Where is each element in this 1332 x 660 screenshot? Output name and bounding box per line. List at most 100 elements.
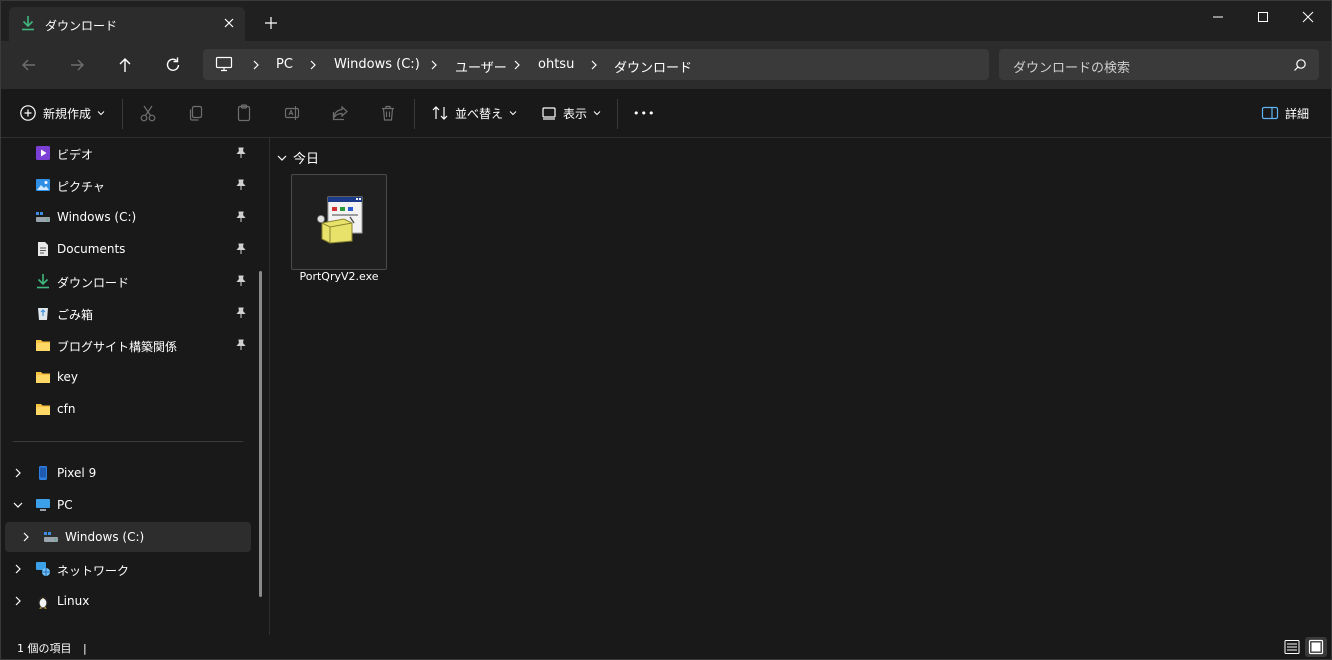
folder-icon <box>36 372 50 383</box>
back-icon[interactable] <box>19 55 39 75</box>
sidebar-item-label: PC <box>57 498 73 512</box>
close-icon <box>1302 11 1314 23</box>
sidebar-item-documents[interactable]: Documents <box>1 234 251 264</box>
command-bar: 新規作成 並べ替え 表示 ••• 詳細 <box>1 89 1331 138</box>
minimize-icon <box>1213 16 1223 18</box>
details-label: 詳細 <box>1285 106 1310 121</box>
pc-icon <box>36 499 50 511</box>
copy-icon[interactable] <box>187 103 205 123</box>
sort-icon <box>432 106 448 120</box>
breadcrumb-pc[interactable]: PC <box>276 57 293 72</box>
sidebar-item-linux[interactable]: Linux <box>1 586 251 616</box>
breadcrumb-windows-c[interactable]: Windows (C:) <box>334 57 420 72</box>
item-count: 1 個の項目 | <box>17 640 87 656</box>
phone-icon <box>39 466 47 480</box>
sort-label: 並べ替え <box>455 106 504 121</box>
large-icons-view-icon <box>1308 639 1324 655</box>
sidebar-item-windows-c-tree[interactable]: Windows (C:) <box>5 522 251 552</box>
forward-icon[interactable] <box>67 55 87 75</box>
large-icons-view-button[interactable] <box>1305 637 1327 657</box>
chevron-right-icon[interactable] <box>21 532 31 542</box>
sidebar-item-videos[interactable]: ビデオ <box>1 138 251 168</box>
breadcrumb-users[interactable]: ユーザー <box>455 57 507 76</box>
close-tab-icon[interactable] <box>221 15 237 31</box>
tab-downloads[interactable]: ダウンロード <box>9 7 245 41</box>
pictures-icon <box>36 179 50 191</box>
share-icon[interactable] <box>331 103 349 123</box>
sidebar-item-network[interactable]: ネットワーク <box>1 554 251 584</box>
sidebar-scrollbar[interactable] <box>259 271 262 597</box>
view-icon <box>542 107 556 120</box>
breadcrumb-ohtsu[interactable]: ohtsu <box>538 57 574 72</box>
pin-icon[interactable] <box>235 147 247 159</box>
paste-icon[interactable] <box>235 103 253 123</box>
document-icon <box>38 242 48 256</box>
sidebar-item-label: ビデオ <box>57 148 94 162</box>
network-icon <box>36 562 50 576</box>
details-view-icon[interactable] <box>1283 638 1301 656</box>
chevron-right-icon <box>514 60 520 70</box>
breadcrumb-downloads[interactable]: ダウンロード <box>614 57 692 76</box>
tab-title: ダウンロード <box>45 19 118 33</box>
pin-icon[interactable] <box>235 339 247 351</box>
pin-icon[interactable] <box>235 211 247 223</box>
chevron-down-icon <box>593 111 601 116</box>
sidebar-item-windows-c[interactable]: Windows (C:) <box>1 202 251 232</box>
drive-icon <box>44 532 58 542</box>
sidebar-item-label: key <box>57 370 79 384</box>
refresh-icon[interactable] <box>163 55 183 75</box>
sidebar-item-recycle-bin[interactable]: ごみ箱 <box>1 298 251 328</box>
recycle-bin-icon <box>38 308 48 320</box>
sidebar-item-pictures[interactable]: ピクチャ <box>1 170 251 200</box>
group-header-today[interactable]: 今日 <box>277 148 319 167</box>
search-icon[interactable] <box>1293 58 1307 72</box>
pin-icon[interactable] <box>235 243 247 255</box>
chevron-right-icon[interactable] <box>13 564 23 574</box>
folder-icon <box>36 340 50 351</box>
sidebar-item-label: Documents <box>57 242 126 256</box>
sidebar-item-key[interactable]: key <box>1 362 251 392</box>
maximize-button[interactable] <box>1240 1 1286 33</box>
minimize-button[interactable] <box>1195 1 1241 33</box>
sidebar-item-cfn[interactable]: cfn <box>1 394 251 424</box>
search-box[interactable]: ダウンロードの検索 <box>999 49 1319 80</box>
sidebar-item-downloads[interactable]: ダウンロード <box>1 266 251 296</box>
new-tab-icon[interactable] <box>263 15 279 31</box>
pin-icon[interactable] <box>235 307 247 319</box>
pin-icon[interactable] <box>235 275 247 287</box>
cut-icon[interactable] <box>139 103 157 123</box>
chevron-down-icon <box>509 111 517 116</box>
drive-icon <box>36 212 50 222</box>
sidebar-item-blog-site[interactable]: ブログサイト構築関係 <box>1 330 251 360</box>
sidebar-item-pixel9[interactable]: Pixel 9 <box>1 458 251 488</box>
separator <box>617 99 618 129</box>
status-separator: | <box>83 642 87 655</box>
view-label: 表示 <box>563 106 588 121</box>
sidebar-item-pc[interactable]: PC <box>1 490 251 520</box>
video-icon <box>36 146 50 160</box>
pin-icon[interactable] <box>235 179 247 191</box>
more-options-button[interactable]: ••• <box>633 103 655 123</box>
close-window-button[interactable] <box>1285 1 1331 33</box>
separator <box>414 99 415 129</box>
file-item-portqry[interactable] <box>291 174 387 270</box>
details-pane-button[interactable]: 詳細 <box>1261 103 1309 123</box>
sidebar-item-label: ネットワーク <box>57 564 130 578</box>
sidebar-item-label: Windows (C:) <box>65 530 145 544</box>
file-name[interactable]: PortQryV2.exe <box>279 270 399 283</box>
address-bar[interactable]: PC Windows (C:) ユーザー ohtsu ダウンロード <box>203 49 989 80</box>
new-label: 新規作成 <box>43 106 92 121</box>
file-list-area: 今日 PortQryV2.exe <box>271 138 1331 635</box>
sidebar-item-label: ピクチャ <box>57 180 105 194</box>
chevron-right-icon[interactable] <box>13 596 23 606</box>
view-button[interactable]: 表示 <box>541 103 601 123</box>
up-icon[interactable] <box>115 55 135 75</box>
rename-icon[interactable] <box>283 103 301 123</box>
delete-icon[interactable] <box>379 103 397 123</box>
download-icon <box>22 16 34 31</box>
chevron-right-icon[interactable] <box>13 468 23 478</box>
chevron-down-icon[interactable] <box>13 500 23 510</box>
linux-penguin-icon <box>38 596 48 609</box>
new-button[interactable]: 新規作成 <box>19 103 105 123</box>
sort-button[interactable]: 並べ替え <box>431 103 517 123</box>
